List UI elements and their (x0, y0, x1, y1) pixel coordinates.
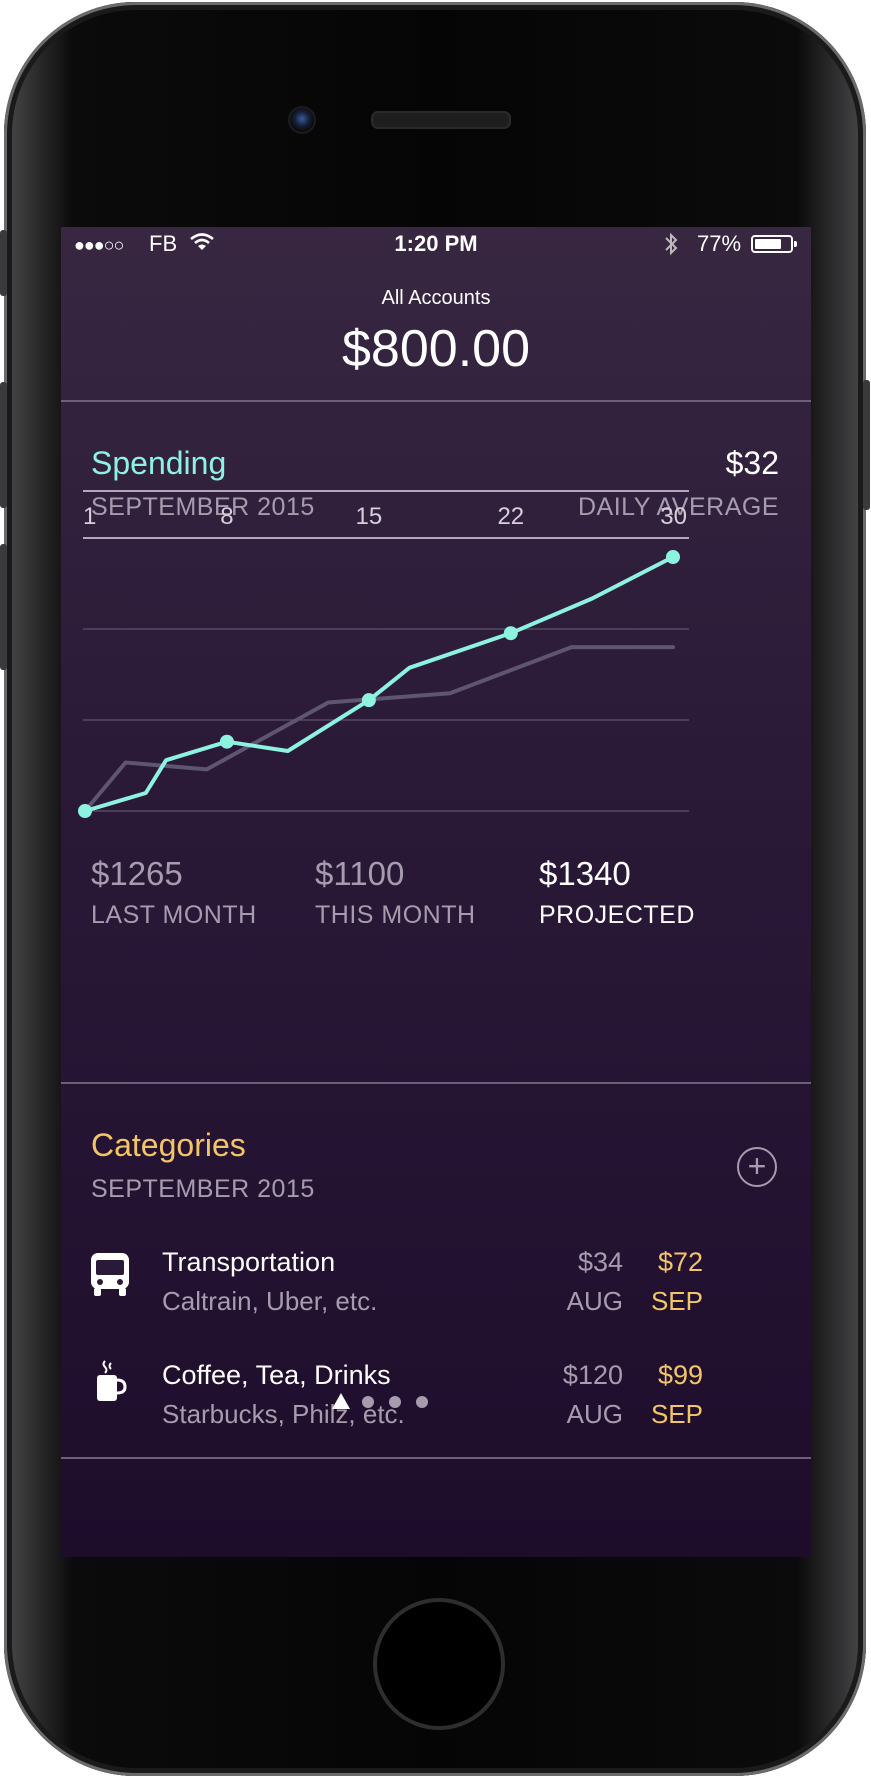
category-name: Transportation (162, 1247, 336, 1277)
series-line (83, 555, 675, 813)
categories-divider (61, 1457, 811, 1459)
bus-icon (89, 1251, 131, 1297)
data-point (503, 626, 518, 641)
category-aug-value: $34 (577, 1247, 623, 1277)
data-point (219, 734, 234, 749)
spending-chart[interactable]: 1 8 15 22 30 (61, 227, 811, 947)
data-point (78, 804, 92, 818)
mute-switch (0, 230, 7, 296)
data-point (666, 550, 680, 564)
categories-period: SEPTEMBER 2015 (91, 1175, 315, 1203)
x-tick-label: 30 (660, 503, 687, 530)
x-tick-label: 22 (497, 503, 524, 530)
earpiece-speaker (371, 111, 511, 129)
category-description: Caltrain, Uber, etc. (162, 1286, 378, 1316)
series-line (83, 645, 675, 813)
category-sep-label: SEP (650, 1286, 703, 1316)
x-tick-label: 15 (356, 503, 383, 530)
page-dot[interactable] (362, 1396, 374, 1408)
chart-divider (61, 1082, 811, 1084)
volume-up-button (0, 382, 7, 508)
summary-value: $1265 (91, 855, 183, 892)
summary-value: $1340 (539, 855, 631, 892)
add-category-button[interactable]: + (737, 1147, 777, 1187)
summary-label: THIS MONTH (315, 901, 476, 929)
summary-label: LAST MONTH (91, 901, 257, 929)
categories-title: Categories (91, 1127, 246, 1163)
category-sep-value: $72 (657, 1247, 703, 1277)
app-screen: ●●●○○ FB 1:20 PM 77% All Accounts $800.0… (61, 227, 811, 1557)
power-button (863, 380, 870, 510)
category-aug-label: AUG (566, 1286, 623, 1316)
x-tick-label: 8 (220, 503, 233, 530)
page-dot[interactable] (416, 1396, 428, 1408)
volume-down-button (0, 544, 7, 670)
summary-value: $1100 (315, 855, 405, 892)
page-indicator[interactable] (61, 1387, 811, 1417)
location-arrow-icon[interactable] (332, 1393, 350, 1409)
x-tick-label: 1 (83, 503, 96, 530)
data-point (361, 693, 376, 708)
home-button[interactable] (373, 1598, 505, 1730)
page-dot[interactable] (389, 1396, 401, 1408)
front-camera (288, 106, 316, 134)
summary-label: PROJECTED (539, 901, 695, 929)
